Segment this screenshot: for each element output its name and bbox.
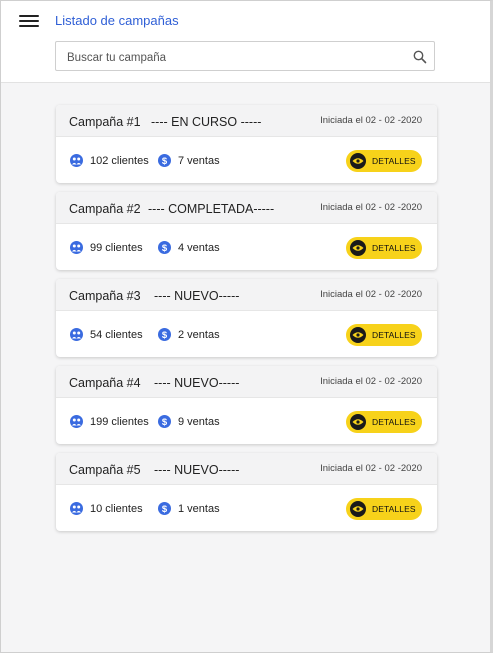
campaign-date: Iniciada el 02 - 02 -2020 [320,202,422,213]
details-button-label: DETALLES [372,504,416,514]
campaign-status: ---- NUEVO----- [154,376,240,390]
clients-icon [70,328,83,341]
campaign-name: Campaña #4 [69,376,141,390]
campaign-date: Iniciada el 02 - 02 -2020 [320,376,422,387]
dollar-icon: $ [158,415,171,428]
campaign-status: ---- EN CURSO ----- [151,115,262,129]
clients-count: 10 clientes [90,503,143,515]
svg-text:$: $ [162,243,168,254]
clients-count: 102 clientes [90,155,149,167]
header: Listado de campañas [1,1,490,83]
card-body: 54 clientes $ 2 ventas DETALLES [56,311,437,357]
eye-icon [350,240,366,256]
sales-count: 2 ventas [178,329,220,341]
eye-icon [350,153,366,169]
campaign-list: Campaña #1 ---- EN CURSO ----- Iniciada … [56,105,437,540]
details-button-label: DETALLES [372,156,416,166]
campaign-card: Campaña #5 ---- NUEVO----- Iniciada el 0… [56,453,437,531]
page-title: Listado de campañas [55,13,179,28]
details-button[interactable]: DETALLES [346,150,422,172]
campaign-card: Campaña #3 ---- NUEVO----- Iniciada el 0… [56,279,437,357]
hamburger-menu-icon[interactable] [19,14,39,28]
card-body: 10 clientes $ 1 ventas DETALLES [56,485,437,531]
dollar-icon: $ [158,241,171,254]
search-box [55,41,435,71]
campaign-date: Iniciada el 02 - 02 -2020 [320,463,422,474]
clients-icon [70,415,83,428]
sales-count: 9 ventas [178,416,220,428]
campaign-name: Campaña #2 [69,202,141,216]
card-body: 102 clientes $ 7 ventas DETALLES [56,137,437,183]
details-button[interactable]: DETALLES [346,324,422,346]
campaign-name: Campaña #1 [69,115,141,129]
campaign-date: Iniciada el 02 - 02 -2020 [320,289,422,300]
campaign-status: ---- NUEVO----- [154,463,240,477]
details-button-label: DETALLES [372,417,416,427]
sales-count: 4 ventas [178,242,220,254]
campaign-card: Campaña #2 ---- COMPLETADA----- Iniciada… [56,192,437,270]
svg-text:$: $ [162,330,168,341]
eye-icon [350,501,366,517]
details-button[interactable]: DETALLES [346,411,422,433]
clients-icon [70,502,83,515]
clients-count: 99 clientes [90,242,143,254]
campaign-date: Iniciada el 02 - 02 -2020 [320,115,422,126]
svg-text:$: $ [162,156,168,167]
search-icon[interactable] [412,49,428,65]
clients-icon [70,154,83,167]
clients-icon [70,241,83,254]
eye-icon [350,414,366,430]
card-header: Campaña #5 ---- NUEVO----- Iniciada el 0… [56,453,437,485]
card-body: 199 clientes $ 9 ventas DETALLES [56,398,437,444]
dollar-icon: $ [158,328,171,341]
app-frame: Listado de campañas Campaña #1 ---- EN C… [0,0,493,653]
sales-count: 1 ventas [178,503,220,515]
clients-count: 54 clientes [90,329,143,341]
campaign-card: Campaña #4 ---- NUEVO----- Iniciada el 0… [56,366,437,444]
campaign-status: ---- NUEVO----- [154,289,240,303]
campaign-name: Campaña #5 [69,463,141,477]
details-button-label: DETALLES [372,330,416,340]
campaign-name: Campaña #3 [69,289,141,303]
card-body: 99 clientes $ 4 ventas DETALLES [56,224,437,270]
details-button-label: DETALLES [372,243,416,253]
campaign-card: Campaña #1 ---- EN CURSO ----- Iniciada … [56,105,437,183]
card-header: Campaña #2 ---- COMPLETADA----- Iniciada… [56,192,437,224]
card-header: Campaña #1 ---- EN CURSO ----- Iniciada … [56,105,437,137]
eye-icon [350,327,366,343]
clients-count: 199 clientes [90,416,149,428]
dollar-icon: $ [158,502,171,515]
card-header: Campaña #3 ---- NUEVO----- Iniciada el 0… [56,279,437,311]
sales-count: 7 ventas [178,155,220,167]
svg-text:$: $ [162,417,168,428]
details-button[interactable]: DETALLES [346,498,422,520]
details-button[interactable]: DETALLES [346,237,422,259]
svg-text:$: $ [162,504,168,515]
card-header: Campaña #4 ---- NUEVO----- Iniciada el 0… [56,366,437,398]
campaign-status: ---- COMPLETADA----- [148,202,275,216]
search-input[interactable] [65,49,399,67]
dollar-icon: $ [158,154,171,167]
